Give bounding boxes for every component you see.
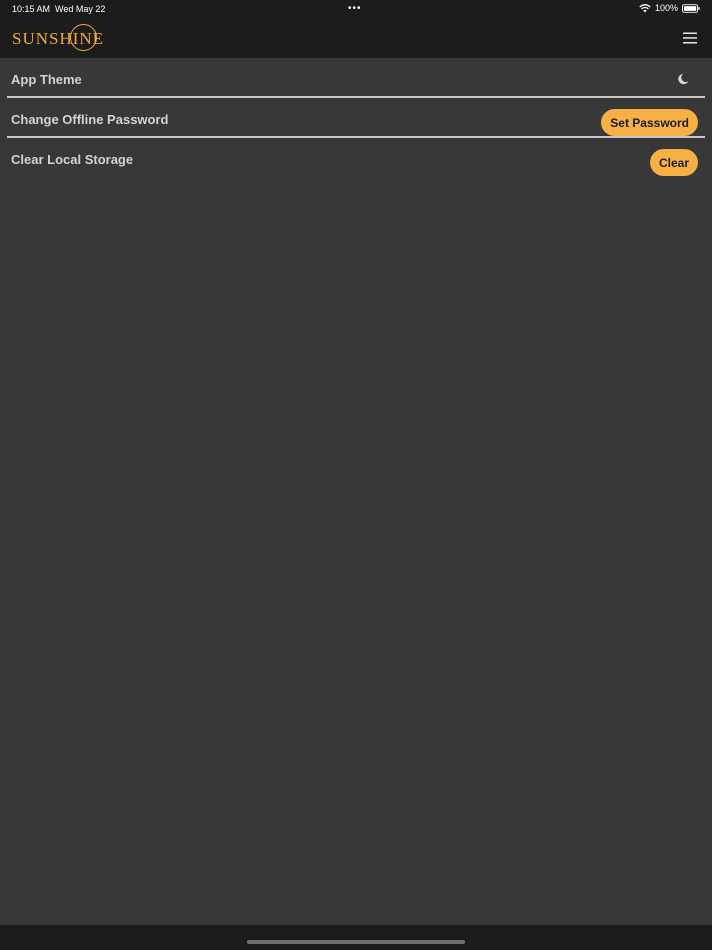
clear-button[interactable]: Clear xyxy=(649,149,698,176)
setting-row-offline-password: Change Offline Password Set Password xyxy=(0,98,712,138)
app-header: SUNSHINE xyxy=(0,18,712,58)
setting-row-app-theme: App Theme xyxy=(0,58,712,98)
status-right: 100% xyxy=(639,3,700,13)
offline-password-label: Change Offline Password xyxy=(11,112,169,127)
sunshine-logo[interactable]: SUNSHINE xyxy=(12,22,104,54)
logo-text: SUNSHINE xyxy=(12,29,105,48)
clear-storage-label: Clear Local Storage xyxy=(11,152,134,167)
multitasking-dots[interactable]: ••• xyxy=(348,3,362,14)
set-password-button[interactable]: Set Password xyxy=(601,109,698,136)
settings-list: App Theme Change Offline Password Set Pa… xyxy=(0,58,712,178)
battery-icon xyxy=(682,3,700,13)
status-date: Wed May 22 xyxy=(55,4,106,14)
battery-percent: 100% xyxy=(654,3,678,13)
status-time: 10:15 AM xyxy=(12,4,51,14)
app-theme-label: App Theme xyxy=(11,72,82,87)
setting-row-clear-storage: Clear Local Storage Clear xyxy=(0,138,712,178)
moon-icon[interactable] xyxy=(676,72,690,86)
home-bar xyxy=(0,925,712,950)
wifi-icon xyxy=(639,3,651,12)
hamburger-menu-icon[interactable] xyxy=(682,30,698,46)
status-bar: 10:15 AM Wed May 22 ••• 100% xyxy=(0,0,712,18)
home-indicator[interactable] xyxy=(247,940,465,944)
